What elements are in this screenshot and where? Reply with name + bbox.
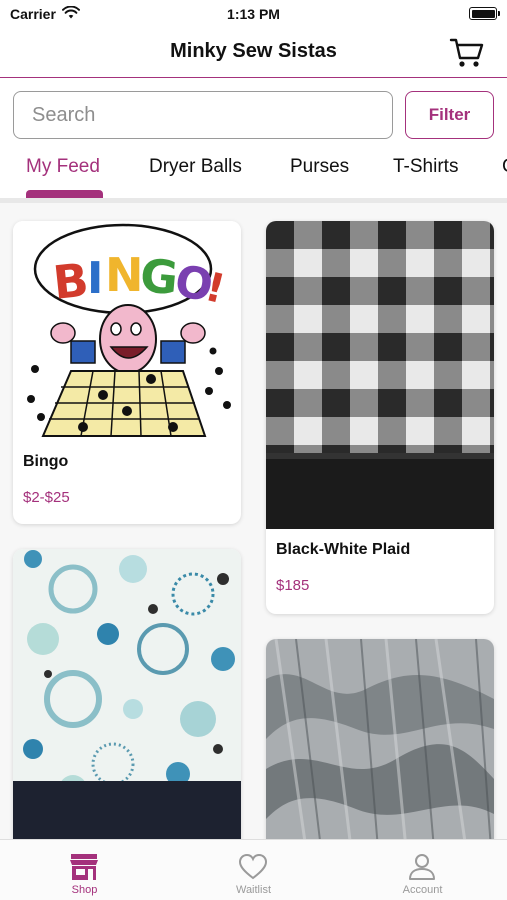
battery-icon: [469, 7, 500, 20]
tab-label: Waitlist: [235, 884, 272, 896]
product-price: $185: [276, 577, 310, 594]
bingo-illustration: B I N G O !: [13, 221, 241, 441]
shop-icon: [70, 854, 98, 880]
svg-text:B: B: [51, 253, 92, 310]
search-input[interactable]: [13, 91, 393, 139]
fur-fabric-image: [266, 639, 494, 839]
plaid-fabric-image: [266, 221, 494, 529]
tab-label: Shop: [71, 884, 98, 896]
product-card-plaid[interactable]: Black-White Plaid $185: [266, 221, 494, 614]
tab-dryer-balls[interactable]: Dryer Balls: [149, 156, 242, 178]
tab-purses[interactable]: Purses: [290, 156, 349, 178]
clock: 1:13 PM: [227, 6, 280, 22]
category-tabs: My Feed Dryer Balls Purses T-Shirts C: [0, 148, 507, 198]
tab-account[interactable]: Account: [338, 840, 507, 900]
product-image: [13, 549, 241, 839]
cart-icon[interactable]: [449, 36, 485, 70]
product-price: $2-$25: [23, 489, 70, 506]
tab-my-feed[interactable]: My Feed: [26, 156, 100, 178]
product-image: [266, 639, 494, 839]
filter-button[interactable]: Filter: [405, 91, 494, 139]
status-bar: Carrier 1:13 PM: [0, 0, 507, 28]
product-name: Black-White Plaid: [276, 541, 411, 558]
page-title: Minky Sew Sistas: [170, 40, 337, 62]
search-row: Filter: [0, 90, 507, 142]
product-image: [266, 221, 494, 529]
tab-next-category[interactable]: C: [502, 156, 507, 178]
nav-bar: Minky Sew Sistas: [0, 28, 507, 78]
tab-label: Account: [402, 884, 443, 896]
heart-icon: [238, 853, 268, 880]
svg-text:I: I: [87, 253, 103, 304]
tab-waitlist[interactable]: Waitlist: [169, 840, 338, 900]
product-image: B I N G O !: [13, 221, 241, 441]
product-card-bingo[interactable]: B I N G O ! Bingo $2-$25: [13, 221, 241, 524]
product-name: Bingo: [23, 453, 69, 470]
product-card-circles[interactable]: [13, 549, 241, 839]
tab-t-shirts[interactable]: T-Shirts: [393, 156, 458, 178]
product-card-fur[interactable]: [266, 639, 494, 839]
circles-fabric-image: [13, 549, 241, 839]
bottom-tab-bar: Shop Waitlist Account: [0, 839, 507, 900]
active-tab-indicator: [26, 190, 103, 198]
svg-text:N: N: [105, 248, 144, 302]
tab-shop[interactable]: Shop: [0, 840, 169, 900]
product-feed: B I N G O ! Bingo $2-$25 Black-White Pla…: [0, 203, 507, 839]
account-icon: [409, 854, 435, 880]
